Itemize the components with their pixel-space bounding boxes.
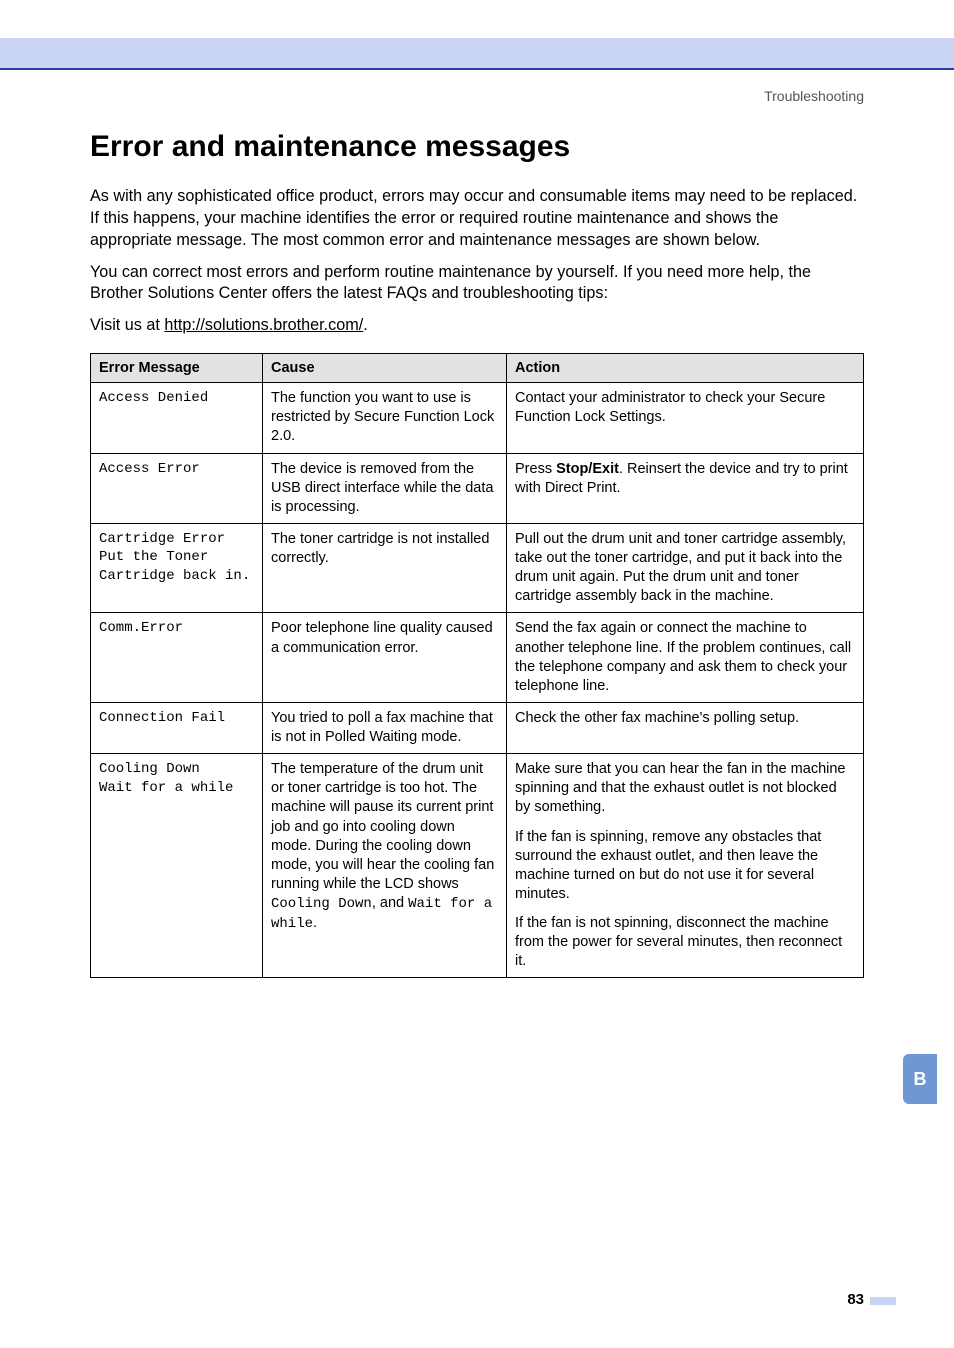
cell-error-message: Access Error [91,453,263,523]
th-action: Action [507,354,864,383]
cell-action: Check the other fax machine's polling se… [507,702,864,753]
cell-action: Pull out the drum unit and toner cartrid… [507,523,864,613]
intro-paragraph-2: You can correct most errors and perform … [90,262,864,306]
action-para: If the fan is not spinning, disconnect t… [515,914,855,971]
intro-p3-suffix: . [363,316,368,334]
action-para: If the fan is spinning, remove any obsta… [515,828,855,905]
cell-error-message: Connection Fail [91,702,263,753]
cell-error-message: Cartridge Error Put the Toner Cartridge … [91,523,263,613]
cell-cause: The temperature of the drum unit or tone… [263,754,507,978]
th-error-message: Error Message [91,354,263,383]
cell-cause: The toner cartridge is not installed cor… [263,523,507,613]
breadcrumb: Troubleshooting [764,88,864,104]
cell-action: Contact your administrator to check your… [507,383,864,453]
page-number: 83 [847,1291,864,1308]
cell-action: Make sure that you can hear the fan in t… [507,754,864,978]
th-cause: Cause [263,354,507,383]
cause-mono-1: Cooling Down [271,896,372,912]
main-content: Error and maintenance messages As with a… [90,130,864,978]
action-para: Make sure that you can hear the fan in t… [515,760,855,817]
cell-action: Press Stop/Exit. Reinsert the device and… [507,453,864,523]
cell-error-message: Comm.Error [91,613,263,703]
page-title: Error and maintenance messages [90,130,864,164]
page-number-accent [870,1297,896,1305]
cell-cause: Poor telephone line quality caused a com… [263,613,507,703]
intro-p3-prefix: Visit us at [90,316,164,334]
table-row: Cooling Down Wait for a while The temper… [91,754,864,978]
cell-error-message: Access Denied [91,383,263,453]
table-row: Comm.Error Poor telephone line quality c… [91,613,864,703]
cell-cause: The device is removed from the USB direc… [263,453,507,523]
cause-mid1: , and [372,895,408,911]
header-bar [0,38,954,70]
table-row: Connection Fail You tried to poll a fax … [91,702,864,753]
solutions-link[interactable]: http://solutions.brother.com/ [164,316,363,334]
intro-paragraph-1: As with any sophisticated office product… [90,186,864,252]
cell-cause: You tried to poll a fax machine that is … [263,702,507,753]
cell-action: Send the fax again or connect the machin… [507,613,864,703]
cell-cause: The function you want to use is restrict… [263,383,507,453]
cause-post: . [313,915,317,931]
table-row: Access Denied The function you want to u… [91,383,864,453]
error-table-body: Access Denied The function you want to u… [91,383,864,978]
table-row: Access Error The device is removed from … [91,453,864,523]
table-row: Cartridge Error Put the Toner Cartridge … [91,523,864,613]
section-tab: B [903,1054,937,1104]
cell-error-message: Cooling Down Wait for a while [91,754,263,978]
intro-paragraph-3: Visit us at http://solutions.brother.com… [90,315,864,337]
cause-pre: The temperature of the drum unit or tone… [271,761,494,892]
error-table: Error Message Cause Action Access Denied… [90,353,864,978]
